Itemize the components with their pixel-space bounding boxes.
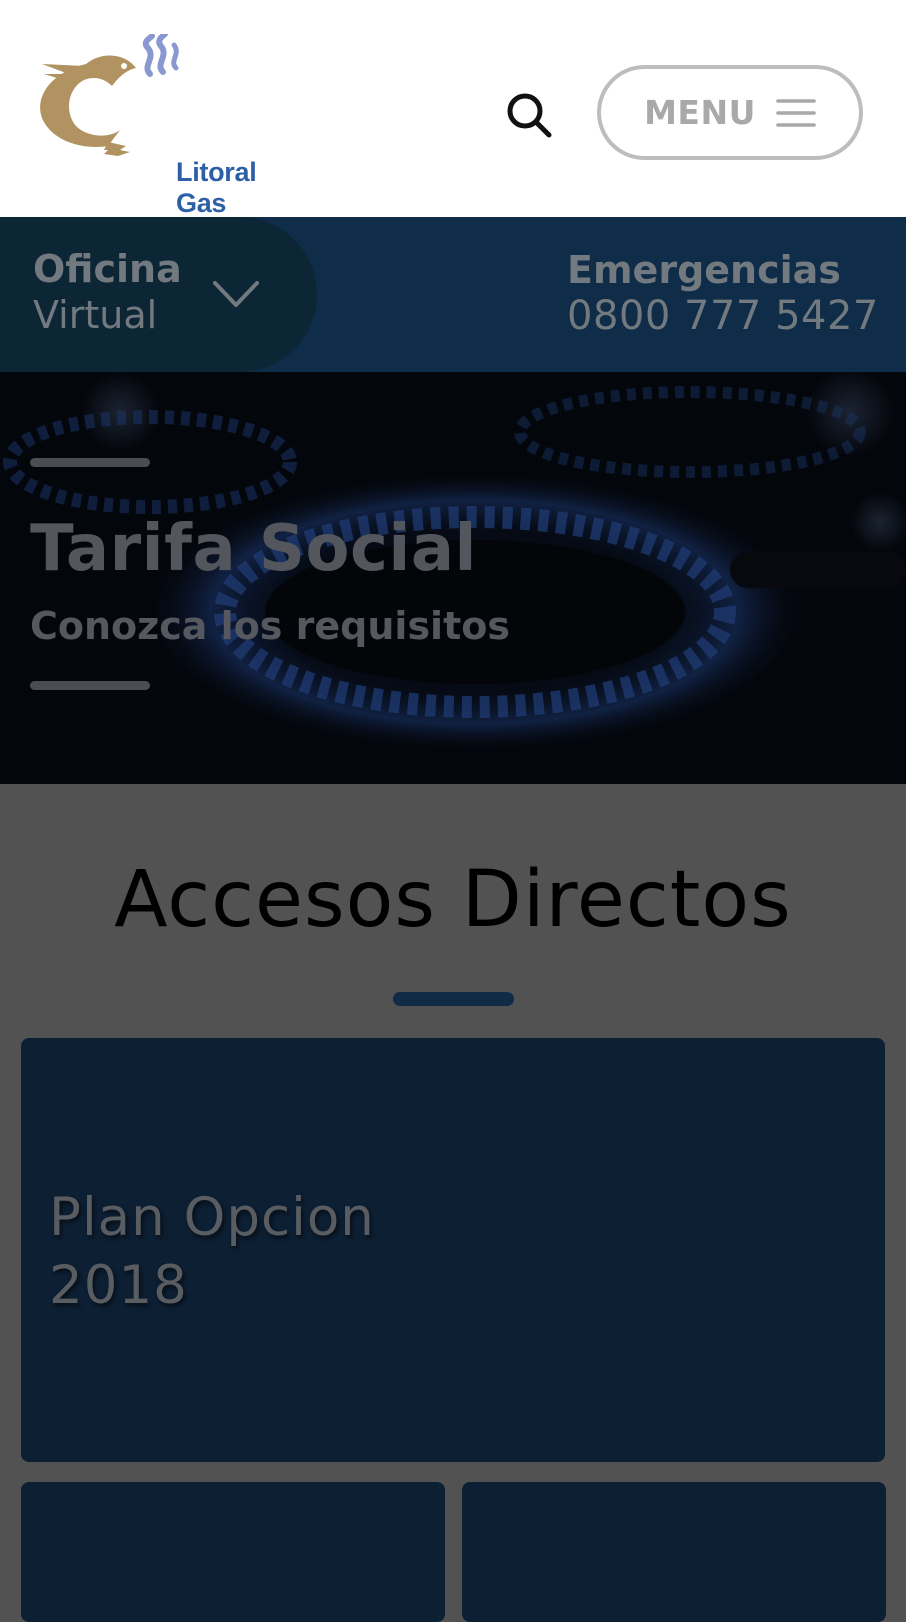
emergencias-label: Emergencias bbox=[567, 248, 841, 292]
oficina-label-line2: Virtual bbox=[33, 293, 158, 337]
section-title-underline bbox=[393, 992, 514, 1006]
site-logo[interactable]: Litoral Gas bbox=[38, 34, 288, 218]
search-icon bbox=[507, 93, 552, 138]
search-button[interactable] bbox=[504, 90, 554, 140]
access-card-plan-opcion[interactable]: Plan Opcion 2018 bbox=[21, 1038, 885, 1462]
section-title: Accesos Directos bbox=[114, 855, 792, 945]
menu-label: MENU bbox=[644, 93, 756, 132]
hero-banner[interactable]: Tarifa Social Conozca los requisitos bbox=[0, 372, 906, 784]
hero-divider-bottom bbox=[30, 681, 150, 690]
fish-logo-icon bbox=[40, 34, 179, 156]
access-card-title: Plan Opcion 2018 bbox=[49, 1187, 375, 1316]
emergencias-phone: 0800 777 5427 bbox=[567, 293, 879, 339]
site-header: Litoral Gas MENU bbox=[0, 0, 906, 218]
access-card[interactable] bbox=[462, 1482, 886, 1622]
access-card[interactable] bbox=[21, 1482, 445, 1622]
quick-bar: Oficina Virtual Emergencias 0800 777 542… bbox=[0, 217, 906, 372]
hero-title: Tarifa Social bbox=[30, 512, 477, 586]
hamburger-icon bbox=[776, 98, 816, 127]
menu-button[interactable]: MENU bbox=[597, 65, 863, 160]
oficina-virtual-dropdown[interactable]: Oficina Virtual bbox=[0, 217, 317, 372]
hero-divider-top bbox=[30, 458, 150, 467]
emergencias-phone-link[interactable]: Emergencias 0800 777 5427 bbox=[567, 247, 879, 339]
oficina-label-line1: Oficina bbox=[33, 247, 182, 291]
hero-subtitle: Conozca los requisitos bbox=[30, 604, 510, 648]
logo-text: Litoral Gas bbox=[176, 157, 257, 218]
chevron-down-icon bbox=[213, 281, 259, 307]
